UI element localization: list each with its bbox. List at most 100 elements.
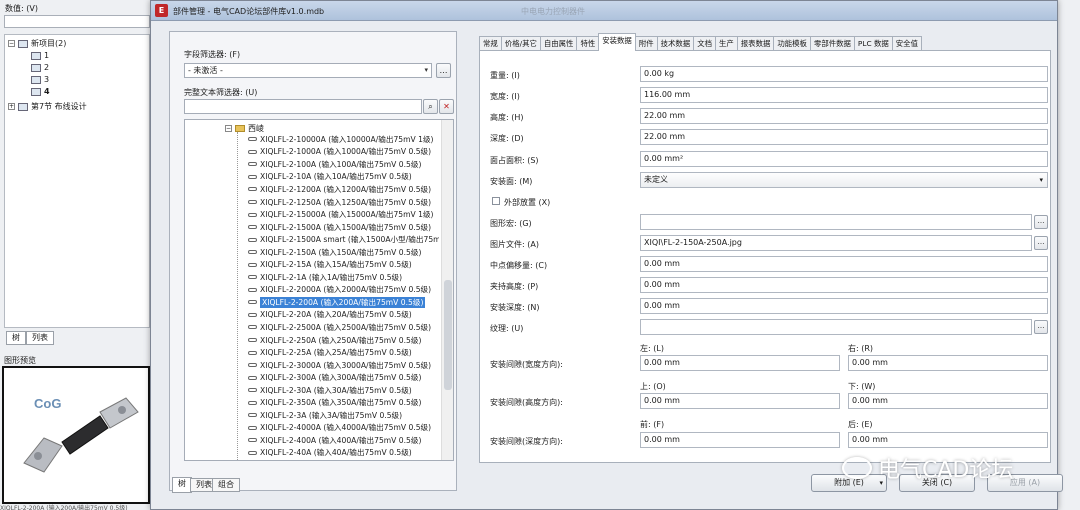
property-tab[interactable]: 文档	[693, 36, 716, 51]
area-field[interactable]: 0.00 mm²	[640, 151, 1048, 167]
tree-item-part[interactable]: XIQLFL-2-10A (输入10A/输出75mV 0.5级)	[245, 171, 439, 184]
tree-item-part[interactable]: XIQLFL-2-15000A (输入15000A/输出75mV 1级)	[245, 208, 439, 221]
texture-browse-button[interactable]: …	[1034, 320, 1048, 334]
top-gap-field[interactable]: 0.00 mm	[640, 393, 840, 409]
tree-item-part[interactable]: XIQLFL-2-300A (输入300A/输出75mV 0.5级)	[245, 371, 439, 384]
tree-item-part[interactable]: XIQLFL-2-400A (输入400A/输出75mV 0.5级)	[245, 434, 439, 447]
tree-item-part[interactable]: XIQLFL-2-200A (输入200A/输出75mV 0.5级)	[245, 296, 439, 309]
tree-item-part[interactable]: XIQLFL-2-40A (输入40A/输出75mV 0.5级)	[245, 447, 439, 460]
tree-item-part[interactable]: XIQLFL-2-25A (输入25A/输出75mV 0.5级)	[245, 346, 439, 359]
property-tab[interactable]: 附件	[634, 36, 658, 51]
part-connector-icon	[248, 400, 257, 405]
bottom-gap-field[interactable]: 0.00 mm	[848, 393, 1048, 409]
height-field[interactable]: 22.00 mm	[640, 108, 1048, 124]
tab-list[interactable]: 列表	[26, 331, 54, 345]
tree-item-part[interactable]: XIQLFL-2-1000A (输入1000A/输出75mV 0.5级)	[245, 146, 439, 159]
scrollbar-thumb[interactable]	[444, 280, 452, 390]
part-connector-icon	[248, 312, 257, 317]
center-offset-label: 中点偏移量: (C)	[490, 261, 548, 270]
property-tab[interactable]: 技术数据	[656, 36, 695, 51]
tree-node-page-3[interactable]: 3	[31, 75, 49, 84]
tab-tree[interactable]: 树	[6, 331, 26, 345]
binoculars-icon[interactable]: ⌕	[423, 99, 438, 114]
tree-item-part[interactable]: XIQLFL-2-1500A (输入1500A/输出75mV 0.5级)	[245, 221, 439, 234]
depth-field[interactable]: 22.00 mm	[640, 129, 1048, 145]
property-tab[interactable]: 安全值	[891, 36, 922, 51]
weight-field[interactable]: 0.00 kg	[640, 66, 1048, 82]
collapse-icon[interactable]: −	[8, 40, 15, 47]
tree-item-part[interactable]: XIQLFL-2-3A (输入3A/输出75mV 0.5级)	[245, 409, 439, 422]
tree-node-page-1[interactable]: 1	[31, 51, 49, 60]
tree-item-part[interactable]: XIQLFL-2-2000A (输入2000A/输出75mV 0.5级)	[245, 284, 439, 297]
width-field[interactable]: 116.00 mm	[640, 87, 1048, 103]
tree-item-part[interactable]: XIQLFL-2-250A (输入250A/输出75mV 0.5级)	[245, 334, 439, 347]
title-bar[interactable]: E 部件管理 - 电气CAD论坛部件库v1.0.mdb 中电电力控制器件	[151, 1, 1057, 21]
image-file-field[interactable]: XIQI\FL-2-150A-250A.jpg	[640, 235, 1032, 251]
tree-item-part[interactable]: XIQLFL-2-4000A (输入4000A/输出75mV 0.5级)	[245, 422, 439, 435]
clear-filter-icon[interactable]: ✕	[439, 99, 454, 114]
mount-surface-value: 未定义	[644, 175, 668, 184]
text-filter-input[interactable]	[184, 99, 422, 114]
property-tab[interactable]: 安装数据	[598, 33, 636, 51]
property-tab[interactable]: 功能模板	[773, 36, 811, 51]
graphic-macro-browse-button[interactable]: …	[1034, 215, 1048, 229]
part-connector-icon	[248, 300, 257, 305]
width-gap-label: 安装间隙(宽度方向):	[490, 360, 563, 369]
tree-item-part[interactable]: XIQLFL-2-3000A (输入3000A/输出75mV 0.5级)	[245, 359, 439, 372]
height-gap-label: 安装间隙(高度方向):	[490, 398, 563, 407]
tree-item-part[interactable]: XIQLFL-2-30A (输入30A/输出75mV 0.5级)	[245, 384, 439, 397]
tab-tree[interactable]: 树	[172, 477, 192, 493]
property-tab[interactable]: PLC 数据	[853, 36, 893, 51]
external-placement-checkbox[interactable]	[492, 197, 500, 205]
back-gap-field[interactable]: 0.00 mm	[848, 432, 1048, 448]
tree-item-part[interactable]: XIQLFL-2-1500A smart (输入1500A小型/输出75mV	[245, 233, 439, 246]
tree-node-project[interactable]: − 新项目(2)	[8, 38, 66, 49]
mount-depth-field[interactable]: 0.00 mm	[640, 298, 1048, 314]
tree-node-section[interactable]: + 第7节 布线设计	[8, 101, 87, 112]
tab-combination[interactable]: 组合	[212, 478, 240, 492]
property-tab[interactable]: 价格/其它	[500, 36, 541, 51]
image-file-browse-button[interactable]: …	[1034, 236, 1048, 250]
field-filter-more-button[interactable]: …	[436, 63, 451, 78]
property-tab[interactable]: 报表数据	[736, 36, 775, 51]
tree-item-part[interactable]: XIQLFL-2-10000A (输入10000A/输出75mV 1级)	[245, 133, 439, 146]
project-tree[interactable]: − 新项目(2) 1 2 3 4 + 第7节 布线设计	[4, 34, 150, 328]
right-gap-field[interactable]: 0.00 mm	[848, 355, 1048, 371]
property-tab[interactable]: 常规	[479, 36, 502, 51]
tree-node-page-2[interactable]: 2	[31, 63, 49, 72]
part-connector-icon	[248, 174, 257, 179]
mount-surface-select[interactable]: 未定义 ▾	[640, 172, 1048, 188]
part-connector-icon	[248, 149, 257, 154]
preview-label: 图形预览	[4, 356, 36, 365]
property-tab[interactable]: 生产	[714, 36, 738, 51]
value-combo[interactable]	[4, 15, 150, 28]
graphic-macro-field[interactable]	[640, 214, 1032, 230]
expand-icon[interactable]: +	[8, 103, 15, 110]
tree-node-page-4[interactable]: 4	[31, 87, 50, 96]
tree-item-part[interactable]: XIQLFL-2-15A (输入15A/输出75mV 0.5级)	[245, 258, 439, 271]
texture-field[interactable]	[640, 319, 1032, 335]
center-offset-field[interactable]: 0.00 mm	[640, 256, 1048, 272]
tree-item-part[interactable]: XIQLFL-2-1200A (输入1200A/输出75mV 0.5级)	[245, 183, 439, 196]
tree-item-part[interactable]: XIQLFL-2-1250A (输入1250A/输出75mV 0.5级)	[245, 196, 439, 209]
front-gap-field[interactable]: 0.00 mm	[640, 432, 840, 448]
tree-item-part[interactable]: XIQLFL-2-20A (输入20A/输出75mV 0.5级)	[245, 309, 439, 322]
property-tab[interactable]: 自由属性	[539, 36, 578, 51]
part-connector-icon	[248, 262, 257, 267]
tree-item-part[interactable]: XIQLFL-2-2500A (输入2500A/输出75mV 0.5级)	[245, 321, 439, 334]
property-tab[interactable]: 特性	[576, 36, 600, 51]
field-filter-select[interactable]: - 未激活 - ▾	[184, 63, 432, 78]
clamp-height-field[interactable]: 0.00 mm	[640, 277, 1048, 293]
tree-item-part[interactable]: XIQLFL-2-150A (输入150A/输出75mV 0.5级)	[245, 246, 439, 259]
tree-item-part[interactable]: XIQLFL-2-100A (输入100A/输出75mV 0.5级)	[245, 158, 439, 171]
property-tab[interactable]: 零部件数据	[809, 36, 855, 51]
project-icon	[18, 39, 28, 48]
tree-item-part[interactable]: XIQLFL-2-1A (输入1A/输出75mV 0.5级)	[245, 271, 439, 284]
collapse-icon[interactable]: −	[225, 125, 232, 132]
parts-tree[interactable]: − 西崚 XIQLFL-2-10000A (输入10000A/输出75mV 1级…	[184, 119, 454, 461]
depth-label: 深度: (D)	[490, 134, 524, 143]
part-label: XIQLFL-2-200A (输入200A/输出75mV 0.5级)	[260, 296, 426, 308]
left-gap-field[interactable]: 0.00 mm	[640, 355, 840, 371]
tree-scrollbar[interactable]	[441, 120, 453, 460]
tree-item-part[interactable]: XIQLFL-2-350A (输入350A/输出75mV 0.5级)	[245, 396, 439, 409]
